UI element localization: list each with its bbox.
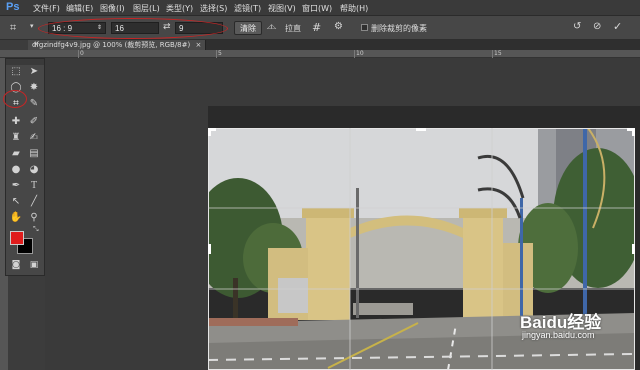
swap-colors-icon[interactable]: ⤡: [33, 225, 39, 234]
cancel-icon[interactable]: ⊘: [593, 21, 601, 32]
move-tool-icon[interactable]: ➤: [27, 65, 41, 79]
gear-icon[interactable]: ⚙: [334, 21, 343, 32]
ruler-label: 0: [80, 50, 84, 57]
menu-image[interactable]: 图像(I): [100, 3, 125, 14]
annotation-ellipse-options: [38, 18, 228, 39]
menu-type[interactable]: 类型(Y): [166, 3, 193, 14]
ruler-label: 5: [218, 50, 222, 57]
history-brush-tool-icon[interactable]: ✍: [27, 131, 41, 145]
menu-window[interactable]: 窗口(W): [302, 3, 332, 14]
screen-mode-icon[interactable]: ▣: [27, 258, 41, 272]
options-bar: ⌗ ▾ 16 : 9 ⇕ 16 ⇄ 9 清除 ◿◺ 拉直 # ⚙ 删除裁剪的像素…: [0, 16, 640, 40]
type-tool-icon[interactable]: T: [27, 179, 41, 193]
ruler-label: 10: [356, 50, 364, 57]
ruler-label: 15: [494, 50, 502, 57]
gradient-tool-icon[interactable]: ▤: [27, 147, 41, 161]
overlay-grid-icon[interactable]: #: [312, 21, 321, 34]
dodge-tool-icon[interactable]: ◕: [27, 163, 41, 177]
pen-tool-icon[interactable]: ✒: [9, 179, 23, 193]
menu-layer[interactable]: 图层(L): [133, 3, 160, 14]
reset-icon[interactable]: ↺: [573, 21, 581, 32]
eraser-tool-icon[interactable]: ▰: [9, 147, 23, 161]
menu-bar: Ps 文件(F) 编辑(E) 图像(I) 图层(L) 类型(Y) 选择(S) 滤…: [0, 0, 640, 16]
line-tool-icon[interactable]: ╱: [27, 195, 41, 209]
photoshop-logo: Ps: [6, 1, 20, 13]
menu-filter[interactable]: 滤镜(T): [234, 3, 261, 14]
clone-stamp-tool-icon[interactable]: ♜: [9, 131, 23, 145]
ruler-horizontal: 0 5 10 15: [0, 50, 640, 58]
commit-check-icon[interactable]: ✓: [613, 20, 622, 33]
eyedropper-tool-icon[interactable]: ✎: [27, 97, 41, 111]
blur-tool-icon[interactable]: ●: [9, 163, 23, 177]
menu-view[interactable]: 视图(V): [268, 3, 296, 14]
straighten-label[interactable]: 拉直: [285, 23, 301, 34]
quick-mask-icon[interactable]: ◙: [9, 258, 23, 272]
menu-help[interactable]: 帮助(H): [340, 3, 368, 14]
menu-select[interactable]: 选择(S): [200, 3, 227, 14]
straighten-icon[interactable]: ◿◺: [267, 23, 276, 30]
menu-file[interactable]: 文件(F): [33, 3, 60, 14]
document-tab-title: dfgzindfg4v9.jpg @ 100% (裁剪预览, RGB/8#): [32, 41, 191, 49]
close-tab-x-icon[interactable]: ×: [33, 40, 39, 48]
brush-tool-icon[interactable]: ✐: [27, 115, 41, 129]
menu-edit[interactable]: 编辑(E): [66, 3, 93, 14]
annotation-circle-crop-tool: [3, 90, 27, 108]
crop-tool-icon[interactable]: ⌗: [10, 21, 16, 35]
hand-tool-icon[interactable]: ✋: [9, 211, 23, 225]
tool-preset-arrow-icon[interactable]: ▾: [30, 22, 34, 30]
watermark-url: jingyan.baidu.com: [522, 330, 595, 340]
clear-button[interactable]: 清除: [234, 21, 262, 35]
document-tab[interactable]: dfgzindfg4v9.jpg @ 100% (裁剪预览, RGB/8#) ×: [28, 40, 207, 50]
close-tab-icon[interactable]: ×: [195, 41, 201, 49]
delete-cropped-label: 删除裁剪的像素: [371, 24, 427, 33]
delete-cropped-checkbox[interactable]: [361, 24, 368, 31]
zoom-tool-icon[interactable]: ⚲: [27, 211, 41, 225]
magic-wand-tool-icon[interactable]: ✸: [27, 81, 41, 95]
path-selection-tool-icon[interactable]: ↖: [9, 195, 23, 209]
healing-brush-tool-icon[interactable]: ✚: [9, 115, 23, 129]
marquee-tool-icon[interactable]: ⬚: [9, 65, 23, 79]
foreground-color-swatch[interactable]: [10, 231, 24, 245]
